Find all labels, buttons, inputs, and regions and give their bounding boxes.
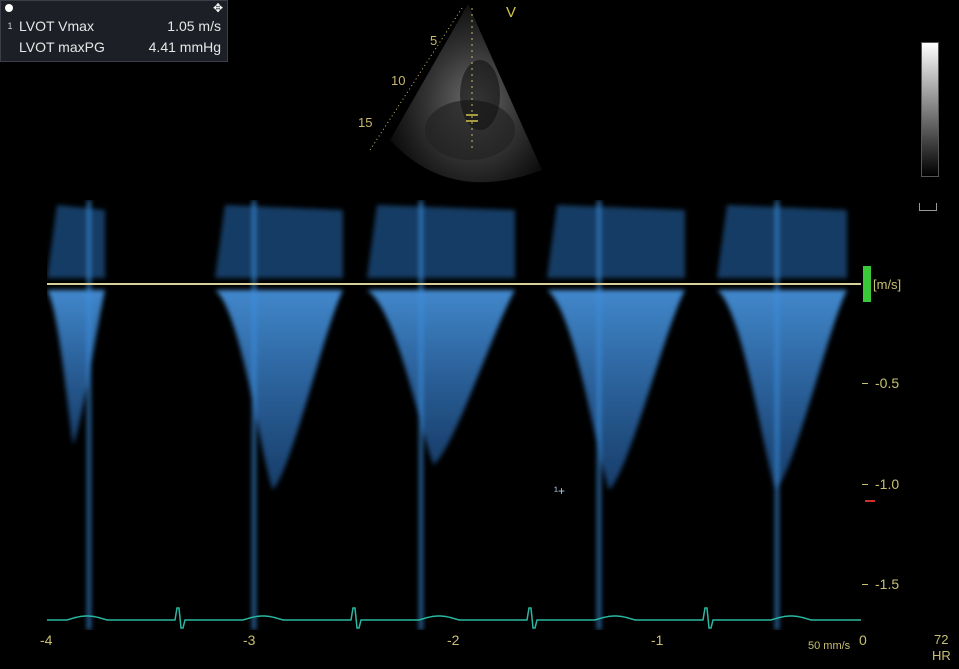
time-tick-label: -1 <box>651 632 664 648</box>
grayscale-bar <box>921 42 939 177</box>
valve-click-artifact <box>419 200 423 630</box>
measurement-value: 4.41 mmHg <box>148 38 221 55</box>
heart-rate-value: 72 <box>934 632 949 647</box>
sector-graphic <box>369 4 542 183</box>
time-tick-label: -2 <box>447 632 460 648</box>
move-icon[interactable]: ✥ <box>213 2 223 14</box>
measurement-panel-header[interactable]: ✥ <box>1 1 227 15</box>
doppler-graphic <box>47 200 861 630</box>
valve-click-artifact <box>597 200 601 630</box>
sweep-speed-label: 50 mm/s <box>808 640 851 652</box>
doppler-envelope <box>547 290 685 490</box>
orientation-marker: V <box>506 4 517 21</box>
velocity-tick-label: -0.5 <box>875 375 900 391</box>
time-tick-label: -3 <box>243 632 256 648</box>
doppler-spectrum[interactable] <box>47 200 861 630</box>
heart-rate-label: HR <box>932 648 951 663</box>
doppler-envelope <box>717 290 847 490</box>
measurement-row: 1 LVOT Vmax 1.05 m/s <box>1 15 227 36</box>
measurement-row: LVOT maxPG 4.41 mmHg <box>1 36 227 57</box>
depth-label: 5 <box>430 33 438 48</box>
depth-label: 15 <box>358 115 373 130</box>
doppler-reverse-flow <box>717 205 847 278</box>
measurement-panel[interactable]: ✥ 1 LVOT Vmax 1.05 m/s LVOT maxPG 4.41 m… <box>0 0 228 62</box>
velocity-tick-mark <box>862 383 868 384</box>
velocity-tick-label: -1.5 <box>875 576 900 592</box>
valve-click-artifact <box>775 200 779 630</box>
doppler-envelope <box>47 290 105 445</box>
cursor-icon[interactable]: ¹+ <box>554 484 565 498</box>
measurement-value: 1.05 m/s <box>167 17 221 34</box>
doppler-reverse-flow <box>47 205 105 278</box>
measurement-name: LVOT Vmax <box>19 17 94 34</box>
valve-click-artifact <box>252 200 256 630</box>
doppler-envelope <box>215 290 343 490</box>
time-tick-label: 0 <box>859 632 867 648</box>
velocity-tick-mark <box>862 584 868 585</box>
depth-label: 10 <box>391 73 406 88</box>
baseline-marker[interactable] <box>863 266 871 302</box>
grayscale-bracket <box>919 203 937 211</box>
doppler-reverse-flow <box>367 205 515 278</box>
velocity-tick-mark <box>862 484 868 485</box>
valve-click-artifact <box>87 200 91 630</box>
measurement-index: 1 <box>7 20 13 31</box>
doppler-reverse-flow <box>547 205 685 278</box>
doppler-reverse-flow <box>215 205 343 278</box>
sector-image: 5 10 15 V <box>350 0 560 195</box>
circle-dot-icon[interactable] <box>5 4 13 12</box>
measurement-name: LVOT maxPG <box>19 38 105 55</box>
velocity-unit-label: [m/s] <box>873 277 902 292</box>
velocity-tick-label: -1.0 <box>875 476 900 492</box>
red-scale-marker <box>865 500 875 502</box>
doppler-envelope <box>367 290 515 465</box>
time-tick-label: -4 <box>40 632 53 648</box>
